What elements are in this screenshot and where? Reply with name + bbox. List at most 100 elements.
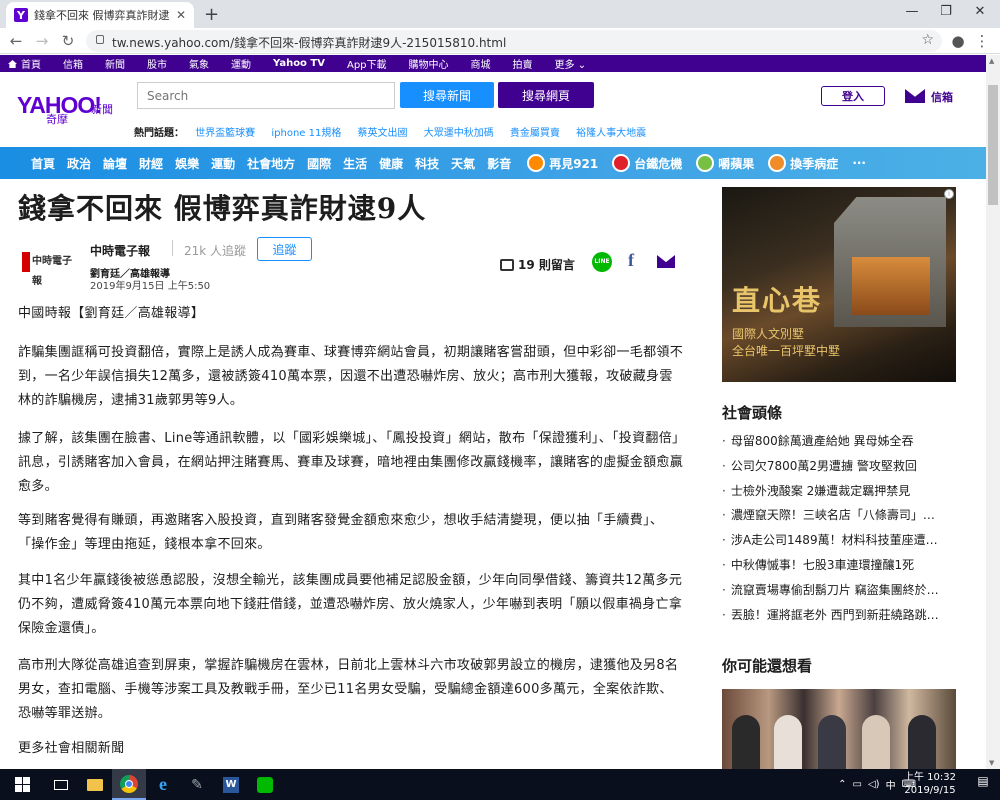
topnav-stock[interactable]: 股市: [147, 56, 167, 71]
notification-icon[interactable]: ▤: [972, 774, 994, 794]
category-finance[interactable]: 財經: [139, 155, 163, 172]
follow-button[interactable]: 追蹤: [257, 237, 312, 261]
hot-topic-link[interactable]: 大眾運中秋加碼: [424, 128, 494, 139]
list-item[interactable]: 濃煙竄天際！三峽名店「八條壽司」…: [722, 503, 962, 528]
menu-dots-icon[interactable]: ⋮: [972, 32, 992, 50]
category-life[interactable]: 生活: [343, 155, 367, 172]
category-health[interactable]: 健康: [379, 155, 403, 172]
scroll-up-icon[interactable]: ▲: [989, 57, 994, 65]
close-window-icon[interactable]: ✕: [970, 4, 990, 19]
tab-close-icon[interactable]: ✕: [176, 8, 186, 22]
category-society[interactable]: 社會地方: [247, 155, 295, 172]
recommended-image[interactable]: [722, 689, 956, 769]
publisher-logo[interactable]: 中時電子報: [22, 252, 78, 287]
category-tech[interactable]: 科技: [415, 155, 439, 172]
list-item[interactable]: 丟臉！運將誆老外 西門到新莊繞路跳…: [722, 603, 962, 628]
list-item[interactable]: 公司欠7800萬2男遭擄 警攻堅救回: [722, 454, 962, 479]
category-video[interactable]: 影音: [487, 155, 511, 172]
more-categories-icon[interactable]: ···: [852, 156, 866, 170]
start-button[interactable]: [0, 769, 44, 800]
category-railway[interactable]: 台鐵危機: [612, 154, 682, 172]
photo-figure: [862, 715, 890, 769]
topnav-more[interactable]: 更多 ⌄: [555, 56, 587, 71]
reload-icon[interactable]: ↻: [58, 32, 78, 50]
topnav-news[interactable]: 新聞: [105, 56, 125, 71]
category-home[interactable]: 首頁: [31, 155, 55, 172]
scroll-thumb[interactable]: [988, 85, 998, 205]
category-921-label: 再見921: [549, 156, 599, 171]
scroll-down-icon[interactable]: ▼: [989, 759, 994, 767]
category-apple[interactable]: 嚼蘋果: [696, 154, 754, 172]
topnav-auction[interactable]: 拍賣: [513, 56, 533, 71]
hot-topic-link[interactable]: 貴金屬買賣: [510, 128, 560, 139]
minimize-icon[interactable]: —: [902, 4, 922, 19]
email-share-icon[interactable]: [657, 255, 675, 268]
profile-icon[interactable]: ●: [948, 32, 968, 50]
show-hidden-icon[interactable]: ⌃: [838, 779, 846, 790]
new-tab-icon[interactable]: +: [204, 4, 219, 25]
line-share-icon[interactable]: LINE: [592, 252, 612, 272]
topnav-mail[interactable]: 信箱: [63, 56, 83, 71]
back-icon[interactable]: ←: [6, 32, 26, 50]
hot-topic-link[interactable]: 蔡英文出國: [358, 128, 408, 139]
topnav-weather[interactable]: 氣象: [189, 56, 209, 71]
topnav-home[interactable]: 首頁: [8, 56, 41, 71]
category-entertainment[interactable]: 娛樂: [175, 155, 199, 172]
search-news-button[interactable]: 搜尋新聞: [400, 82, 494, 108]
category-international[interactable]: 國際: [307, 155, 331, 172]
volume-icon[interactable]: ◁): [868, 779, 880, 790]
category-forum[interactable]: 論壇: [103, 155, 127, 172]
tools-icon[interactable]: ✎: [180, 769, 214, 800]
topnav-app[interactable]: App下載: [347, 56, 387, 71]
category-921[interactable]: 再見921: [527, 154, 598, 172]
hot-topic-link[interactable]: 裕隆人事大地震: [576, 128, 646, 139]
search-web-button[interactable]: 搜尋網頁: [498, 82, 594, 108]
address-bar[interactable]: tw.news.yahoo.com/錢拿不回來-假博弈真詐財逮9人-215015…: [86, 30, 942, 52]
topnav-mall[interactable]: 商城: [471, 56, 491, 71]
word-icon[interactable]: W: [214, 769, 248, 800]
bookmark-star-icon[interactable]: ☆: [921, 32, 934, 48]
category-sports[interactable]: 運動: [211, 155, 235, 172]
browser-tab[interactable]: Y 錢拿不回來 假博弈真詐財逮9人 - ✕: [6, 2, 194, 28]
category-season[interactable]: 換季病症: [768, 154, 838, 172]
ime-icon[interactable]: 中: [886, 777, 896, 792]
topnav-shopping[interactable]: 購物中心: [409, 56, 449, 71]
network-icon[interactable]: ▭: [853, 779, 862, 790]
ad-info-icon[interactable]: i: [944, 189, 954, 199]
clock[interactable]: 上午 10:32 2019/9/15: [904, 771, 956, 797]
hot-topic-link[interactable]: iphone 11規格: [271, 128, 341, 139]
category-politics[interactable]: 政治: [67, 155, 91, 172]
ad-window-image: [852, 257, 930, 315]
search-input[interactable]: [137, 82, 395, 109]
file-explorer-icon[interactable]: [78, 769, 112, 800]
list-item[interactable]: 涉A走公司1489萬！材料科技董座遭…: [722, 528, 962, 553]
list-item[interactable]: 母留800餘萬遺產給她 異母姊全吞: [722, 429, 962, 454]
topnav-sports[interactable]: 運動: [231, 56, 251, 71]
category-nav: 首頁 政治 論壇 財經 娛樂 運動 社會地方 國際 生活 健康 科技 天氣 影音…: [0, 147, 986, 179]
advertisement-banner[interactable]: 直心巷 國際人文別墅 全台唯一百坪墅中墅 i: [722, 187, 956, 382]
related-news-heading: 更多社會相關新聞: [18, 741, 125, 756]
category-weather[interactable]: 天氣: [451, 155, 475, 172]
app-icon[interactable]: [248, 769, 282, 800]
ad-title: 直心巷: [732, 284, 823, 317]
chrome-icon[interactable]: [112, 769, 146, 800]
mail-label[interactable]: 信箱: [931, 89, 953, 105]
publisher-name[interactable]: 中時電子報: [90, 242, 150, 259]
forward-icon[interactable]: →: [32, 32, 52, 50]
home-icon: [8, 60, 17, 68]
mail-icon[interactable]: [905, 89, 925, 103]
task-view-icon[interactable]: [44, 769, 78, 800]
list-item[interactable]: 士檢外洩酸案 2嫌遭裁定羈押禁見: [722, 479, 962, 504]
facebook-share-icon[interactable]: f: [628, 250, 634, 271]
list-item[interactable]: 流竄賣場專偷刮鬍刀片 竊盜集團終於…: [722, 578, 962, 603]
internet-explorer-icon[interactable]: e: [146, 769, 180, 800]
article-paragraph: 高市刑大隊從高雄追查到屏東，掌握詐騙機房在雲林，日前北上雲林斗六市攻破郭男設立的…: [18, 658, 679, 721]
list-item[interactable]: 中秋傳慽事！七股3車連環撞釀1死: [722, 553, 962, 578]
restore-icon[interactable]: ❐: [936, 4, 956, 19]
page-scrollbar[interactable]: ▲ ▼: [986, 55, 1000, 769]
yahoo-top-nav: 首頁 信箱 新聞 股市 氣象 運動 Yahoo TV App下載 購物中心 商城…: [0, 55, 986, 72]
login-button[interactable]: 登入: [821, 86, 885, 106]
hot-topic-link[interactable]: 世界盃籃球賽: [195, 128, 255, 139]
comments-link[interactable]: 19 則留言: [500, 256, 575, 273]
topnav-yahoo-tv[interactable]: Yahoo TV: [273, 58, 325, 69]
